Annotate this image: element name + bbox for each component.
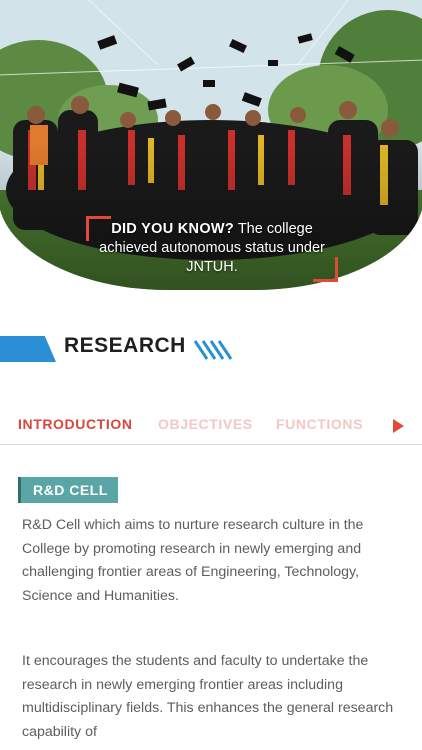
diagonal-stripes-icon xyxy=(193,340,233,360)
tab-functions[interactable]: FUNCTIONS xyxy=(276,416,363,432)
rd-cell-label: R&D CELL xyxy=(18,477,118,503)
play-right-icon[interactable] xyxy=(393,419,404,433)
intro-paragraph-1: R&D Cell which aims to nurture research … xyxy=(22,517,364,604)
did-you-know-box: DID YOU KNOW? The college achieved auton… xyxy=(86,216,338,282)
section-heading: RESEARCH xyxy=(0,330,422,366)
intro-paragraph-2: It encourages the students and faculty t… xyxy=(22,653,394,740)
did-you-know-prefix: DID YOU KNOW? xyxy=(111,221,235,237)
did-you-know-text: DID YOU KNOW? The college achieved auton… xyxy=(92,220,332,277)
heading-accent-bar xyxy=(0,336,56,362)
page-title: RESEARCH xyxy=(64,334,186,357)
tab-objectives[interactable]: OBJECTIVES xyxy=(158,416,253,432)
tab-bar: INTRODUCTION OBJECTIVES FUNCTIONS xyxy=(0,410,422,445)
tab-introduction[interactable]: INTRODUCTION xyxy=(18,416,133,432)
hero-banner: DID YOU KNOW? The college achieved auton… xyxy=(0,0,422,292)
